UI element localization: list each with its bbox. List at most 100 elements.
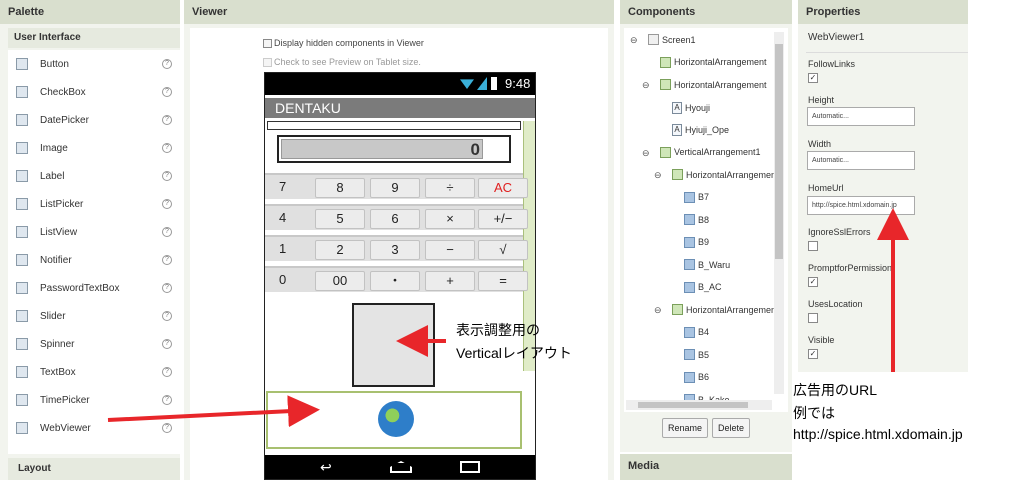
tree-node[interactable]: A Hyouji	[672, 101, 710, 114]
homeurl-field[interactable]: http://spice.html.xdomain.jp	[807, 196, 915, 215]
key-button[interactable]: AC	[478, 178, 528, 198]
key-button[interactable]: 2	[315, 240, 365, 260]
tree-node[interactable]: A Hyiuji_Ope	[672, 124, 729, 136]
palette-item-datepicker[interactable]: DatePicker?	[8, 106, 180, 134]
rename-button[interactable]: Rename	[662, 418, 708, 438]
tree-node[interactable]: B6	[684, 371, 709, 383]
help-icon[interactable]: ?	[162, 59, 172, 69]
help-icon[interactable]: ?	[162, 199, 172, 209]
back-icon[interactable]: ↩	[320, 459, 332, 476]
battery-icon	[491, 77, 497, 90]
checkbox-icon[interactable]	[263, 38, 272, 48]
key-button[interactable]: 00	[315, 271, 365, 291]
help-icon[interactable]: ?	[162, 171, 172, 181]
collapse-icon[interactable]: ⊖	[630, 35, 638, 46]
tree-node[interactable]: HorizontalArrangement	[672, 169, 779, 180]
help-icon[interactable]: ?	[162, 311, 172, 321]
collapse-icon[interactable]: ⊖	[654, 170, 662, 181]
key-button[interactable]: 0	[267, 271, 317, 291]
vertical-scrollbar[interactable]	[774, 32, 784, 394]
display-field[interactable]: 0	[281, 139, 483, 159]
key-button[interactable]: 3	[370, 240, 420, 260]
key-button[interactable]: +/−	[478, 209, 528, 229]
help-icon[interactable]: ?	[162, 283, 172, 293]
btn-icon	[684, 371, 695, 383]
width-field[interactable]: Automatic...	[807, 151, 915, 170]
media-panel-header[interactable]: Media	[620, 454, 792, 480]
uses-location-checkbox[interactable]	[808, 313, 818, 323]
palette-item-listview[interactable]: ListView?	[8, 218, 180, 246]
key-button[interactable]: 1	[267, 240, 317, 260]
palette-item-timepicker[interactable]: TimePicker?	[8, 386, 180, 414]
checkbox-icon[interactable]	[263, 57, 272, 67]
tree-node[interactable]: B4	[684, 326, 709, 338]
tree-node-label: B9	[698, 237, 710, 247]
palette-item-passwordtextbox[interactable]: PasswordTextBox?	[8, 274, 180, 302]
layout-section[interactable]: Layout	[8, 458, 180, 480]
palette-item-webviewer[interactable]: WebViewer?	[8, 414, 180, 442]
ignoressl-checkbox[interactable]	[808, 241, 818, 251]
key-button[interactable]: +	[425, 271, 475, 291]
key-button[interactable]: 9	[370, 178, 420, 198]
palette-item-image[interactable]: Image?	[8, 134, 180, 162]
tree-node[interactable]: Screen1	[648, 34, 696, 45]
tablet-preview-checkbox[interactable]: Check to see Preview on Tablet size.	[263, 57, 421, 67]
palette-item-label[interactable]: Label?	[8, 162, 180, 190]
help-icon[interactable]: ?	[162, 367, 172, 377]
key-button[interactable]: ・	[370, 271, 420, 291]
help-icon[interactable]: ?	[162, 115, 172, 125]
tree-node-label: B_Waru	[698, 259, 731, 270]
palette-item-notifier[interactable]: Notifier?	[8, 246, 180, 274]
palette-item-listpicker[interactable]: ListPicker?	[8, 190, 180, 218]
visible-checkbox[interactable]: ✓	[808, 349, 818, 359]
tree-node[interactable]: B8	[684, 214, 709, 225]
height-field[interactable]: Automatic...	[807, 107, 915, 126]
help-icon[interactable]: ?	[162, 87, 172, 97]
collapse-icon[interactable]: ⊖	[642, 148, 650, 159]
delete-button[interactable]: Delete	[712, 418, 750, 438]
key-button[interactable]: √	[478, 240, 528, 260]
palette-item-slider[interactable]: Slider?	[8, 302, 180, 330]
key-button[interactable]: 4	[267, 209, 317, 229]
collapse-icon[interactable]: ⊖	[654, 305, 662, 316]
tree-node[interactable]: B_Waru	[684, 259, 730, 270]
help-icon[interactable]: ?	[162, 395, 172, 405]
palette-item-textbox[interactable]: TextBox?	[8, 358, 180, 386]
palette-item-label: CheckBox	[40, 86, 86, 98]
tree-node[interactable]: B7	[684, 191, 709, 203]
tree-node[interactable]: B_AC	[684, 281, 722, 293]
followlinks-checkbox[interactable]: ✓	[808, 73, 818, 83]
horizontal-scrollbar[interactable]	[626, 400, 772, 410]
show-hidden-checkbox[interactable]: Display hidden components in Viewer	[263, 38, 424, 48]
key-button[interactable]: −	[425, 240, 475, 260]
key-button[interactable]: ÷	[425, 178, 475, 198]
tree-node[interactable]: B9	[684, 236, 710, 248]
palette-item-button[interactable]: Button?	[8, 50, 180, 78]
tree-node[interactable]: HorizontalArrangement	[672, 304, 779, 315]
key-button[interactable]: 6	[370, 209, 420, 229]
palette-item-spinner[interactable]: Spinner?	[8, 330, 180, 358]
hscroll-thumb[interactable]	[638, 402, 748, 408]
help-icon[interactable]: ?	[162, 423, 172, 433]
recent-apps-icon[interactable]	[460, 461, 480, 473]
palette-item-checkbox[interactable]: CheckBox?	[8, 78, 180, 106]
help-icon[interactable]: ?	[162, 143, 172, 153]
key-button[interactable]: =	[478, 271, 528, 291]
tree-node[interactable]: HorizontalArrangement	[660, 79, 767, 90]
tree-node[interactable]: VerticalArrangement1	[660, 146, 761, 158]
user-interface-section[interactable]: User Interface	[8, 28, 180, 48]
key-button[interactable]: ×	[425, 209, 475, 229]
help-icon[interactable]: ?	[162, 227, 172, 237]
collapse-icon[interactable]: ⊖	[642, 80, 650, 91]
prompt-permission-checkbox[interactable]: ✓	[808, 277, 818, 287]
home-icon[interactable]	[390, 461, 412, 473]
key-button[interactable]: 7	[267, 178, 317, 198]
webviewer-box	[266, 391, 522, 449]
help-icon[interactable]: ?	[162, 339, 172, 349]
help-icon[interactable]: ?	[162, 255, 172, 265]
key-button[interactable]: 8	[315, 178, 365, 198]
scroll-thumb[interactable]	[775, 44, 783, 259]
key-button[interactable]: 5	[315, 209, 365, 229]
tree-node[interactable]: B5	[684, 349, 709, 360]
tree-node[interactable]: HorizontalArrangement	[660, 56, 767, 68]
